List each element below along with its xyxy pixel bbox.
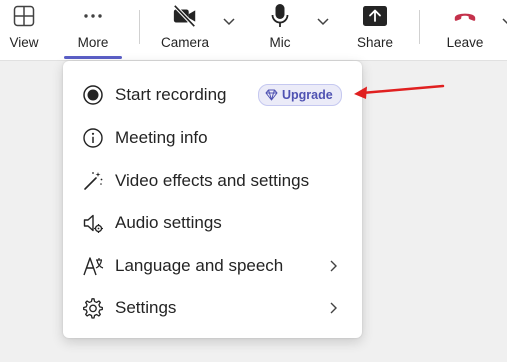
more-button[interactable]: More — [68, 0, 118, 60]
record-icon — [82, 84, 104, 106]
chevron-right-icon — [330, 302, 337, 314]
upgrade-label: Upgrade — [282, 88, 333, 102]
grid-view-icon — [11, 3, 37, 29]
language-icon — [82, 255, 104, 277]
microphone-icon — [267, 3, 293, 29]
menu-item-audio-settings[interactable]: Audio settings — [63, 202, 362, 244]
more-options-menu: Start recording Upgrade Meeting info Vid… — [63, 61, 362, 338]
menu-item-language-and-speech[interactable]: Language and speech — [63, 245, 362, 287]
leave-button[interactable]: Leave — [443, 0, 487, 60]
menu-item-meeting-info[interactable]: Meeting info — [63, 117, 362, 159]
share-screen-icon — [362, 3, 388, 29]
more-dots-icon — [80, 3, 106, 29]
camera-off-icon — [172, 3, 198, 29]
menu-item-label: Video effects and settings — [115, 171, 310, 190]
camera-button[interactable]: Camera — [157, 0, 213, 60]
menu-item-start-recording[interactable]: Start recording Upgrade — [63, 74, 362, 116]
mic-options-chevron-icon[interactable] — [315, 13, 331, 29]
menu-item-label: Settings — [115, 298, 177, 317]
diamond-icon — [265, 89, 278, 101]
menu-item-label: Language and speech — [115, 256, 284, 275]
menu-item-label: Start recording — [115, 85, 227, 104]
meeting-toolbar: View More Camera Mic Share Leave — [0, 0, 507, 61]
menu-item-label: Meeting info — [115, 128, 208, 147]
speaker-settings-icon — [82, 212, 104, 234]
mic-button[interactable]: Mic — [260, 0, 300, 60]
camera-label: Camera — [160, 35, 209, 50]
menu-item-video-effects[interactable]: Video effects and settings — [63, 160, 362, 202]
toolbar-divider — [139, 10, 140, 44]
menu-item-settings[interactable]: Settings — [63, 287, 362, 329]
menu-item-label: Audio settings — [115, 213, 222, 232]
mic-label: Mic — [269, 35, 291, 50]
share-button[interactable]: Share — [353, 0, 397, 60]
toolbar-divider — [419, 10, 420, 44]
view-label: View — [9, 35, 39, 50]
view-button[interactable]: View — [4, 0, 44, 60]
leave-label: Leave — [446, 35, 484, 50]
more-label: More — [77, 35, 109, 50]
share-label: Share — [356, 35, 394, 50]
leave-options-chevron-icon[interactable] — [500, 13, 507, 29]
gear-icon — [82, 297, 104, 319]
active-tab-indicator — [64, 56, 122, 59]
hang-up-icon — [452, 3, 478, 29]
annotation-arrow — [354, 84, 445, 99]
upgrade-badge[interactable]: Upgrade — [258, 84, 342, 106]
magic-wand-icon — [82, 170, 104, 192]
chevron-right-icon — [330, 260, 337, 272]
info-icon — [82, 127, 104, 149]
camera-options-chevron-icon[interactable] — [221, 13, 237, 29]
